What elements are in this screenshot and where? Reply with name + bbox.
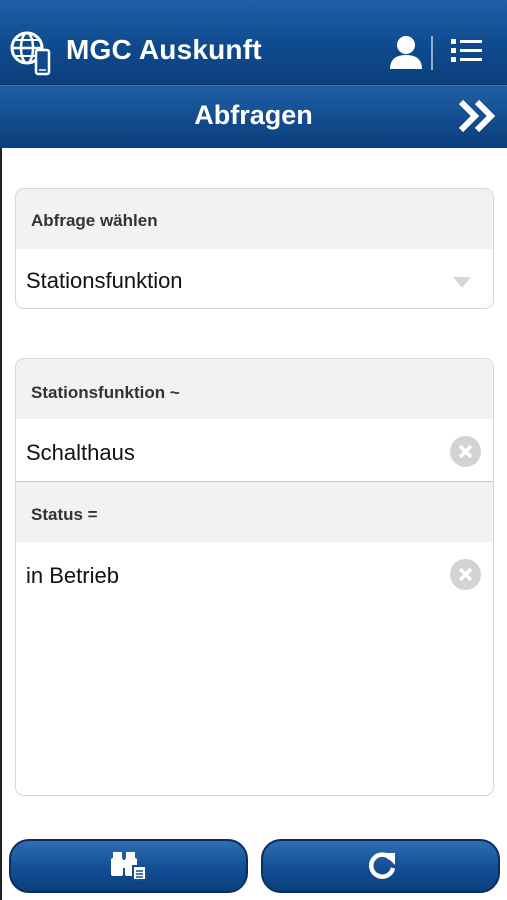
filter-value: Schalthaus (26, 440, 135, 465)
clear-icon[interactable] (450, 559, 481, 590)
page-title: Abfragen (194, 100, 313, 130)
reset-button[interactable] (261, 839, 500, 893)
user-icon[interactable] (386, 32, 426, 72)
header-divider (431, 36, 433, 70)
filter-value: in Betrieb (26, 563, 119, 588)
list-menu-icon[interactable] (449, 36, 485, 66)
filter-card: Stationsfunktion ~ Schalthaus Status = i… (15, 358, 494, 796)
clear-icon[interactable] (450, 436, 481, 467)
filter-header-1: Stationsfunktion ~ (16, 359, 493, 419)
search-button[interactable] (9, 839, 248, 893)
filter-header-2: Status = (16, 482, 493, 542)
page-header: Abfragen (0, 85, 507, 148)
chevron-down-icon (453, 275, 471, 288)
query-select-dropdown[interactable]: Stationsfunktion (16, 249, 493, 308)
app-title: MGC Auskunft (66, 34, 262, 65)
query-select-value: Stationsfunktion (26, 268, 183, 293)
filter-field-1[interactable]: Schalthaus (16, 420, 493, 481)
query-select-label: Abfrage wählen (31, 211, 158, 230)
filter-label: Status = (31, 505, 98, 524)
filter-label: Stationsfunktion ~ (31, 383, 180, 402)
filter-field-2[interactable]: in Betrieb (16, 543, 493, 604)
app-header: MGC Auskunft (0, 0, 507, 85)
left-border (0, 148, 2, 900)
globe-device-icon (6, 28, 52, 78)
query-select-header: Abfrage wählen (16, 189, 493, 249)
double-chevron-right-icon[interactable] (457, 96, 497, 136)
query-select-card: Abfrage wählen Stationsfunktion (15, 188, 494, 309)
